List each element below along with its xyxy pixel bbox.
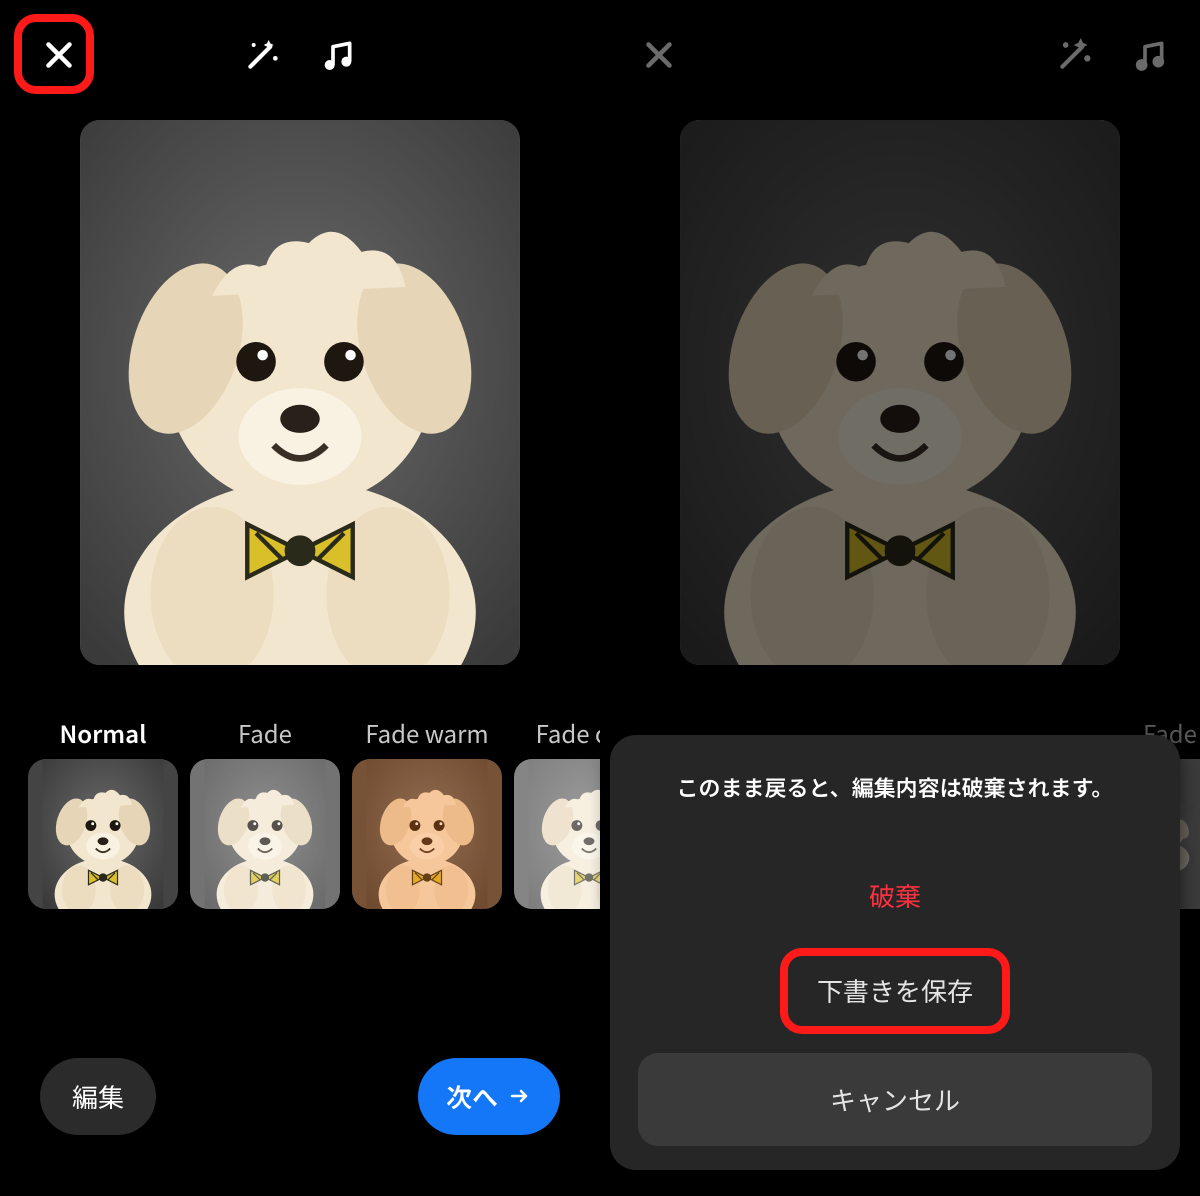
filter-label: Fade warm [365, 715, 488, 749]
filter-label: Fade cool [536, 715, 600, 749]
edit-button[interactable]: 編集 [40, 1058, 156, 1135]
cancel-button[interactable]: キャンセル [638, 1053, 1152, 1146]
close-button[interactable] [30, 26, 88, 84]
discard-dialog-screen: Fade このまま戻ると、編集内容は破棄されます。 破棄 下書きを保存 キャンセ… [600, 0, 1200, 1196]
topbar [0, 0, 600, 110]
image-preview [680, 120, 1120, 665]
magic-wand-icon [1054, 35, 1094, 75]
filter-thumb[interactable] [28, 759, 178, 909]
arrow-right-icon [508, 1084, 532, 1108]
music-icon [1130, 35, 1170, 75]
discard-dialog: このまま戻ると、編集内容は破棄されます。 破棄 下書きを保存 キャンセル [610, 735, 1180, 1170]
next-label: 次へ [446, 1078, 498, 1115]
filter-fade[interactable]: Fade [190, 715, 340, 909]
filter-normal[interactable]: Normal [28, 715, 178, 909]
close-button [630, 26, 688, 84]
bottom-bar: 編集 次へ [0, 1036, 600, 1196]
discard-button[interactable]: 破棄 [638, 851, 1152, 940]
image-preview[interactable] [80, 120, 520, 665]
filter-fade-warm[interactable]: Fade warm [352, 715, 502, 909]
magic-wand-icon[interactable] [242, 35, 282, 75]
filter-thumb[interactable] [190, 759, 340, 909]
filter-thumb[interactable] [514, 759, 600, 909]
filter-label: Fade [238, 715, 292, 749]
save-draft-button[interactable]: 下書きを保存 [817, 946, 973, 1035]
topbar [600, 0, 1200, 110]
filter-fade-cool[interactable]: Fade cool [514, 715, 600, 909]
dialog-message: このまま戻ると、編集内容は破棄されます。 [638, 771, 1152, 803]
next-button[interactable]: 次へ [418, 1058, 560, 1135]
filter-strip[interactable]: Normal Fade Fade warm Fade cool [0, 685, 600, 909]
filter-thumb[interactable] [352, 759, 502, 909]
music-icon[interactable] [318, 35, 358, 75]
edit-screen: Normal Fade Fade warm Fade cool [0, 0, 600, 1196]
filter-label: Normal [59, 715, 146, 749]
